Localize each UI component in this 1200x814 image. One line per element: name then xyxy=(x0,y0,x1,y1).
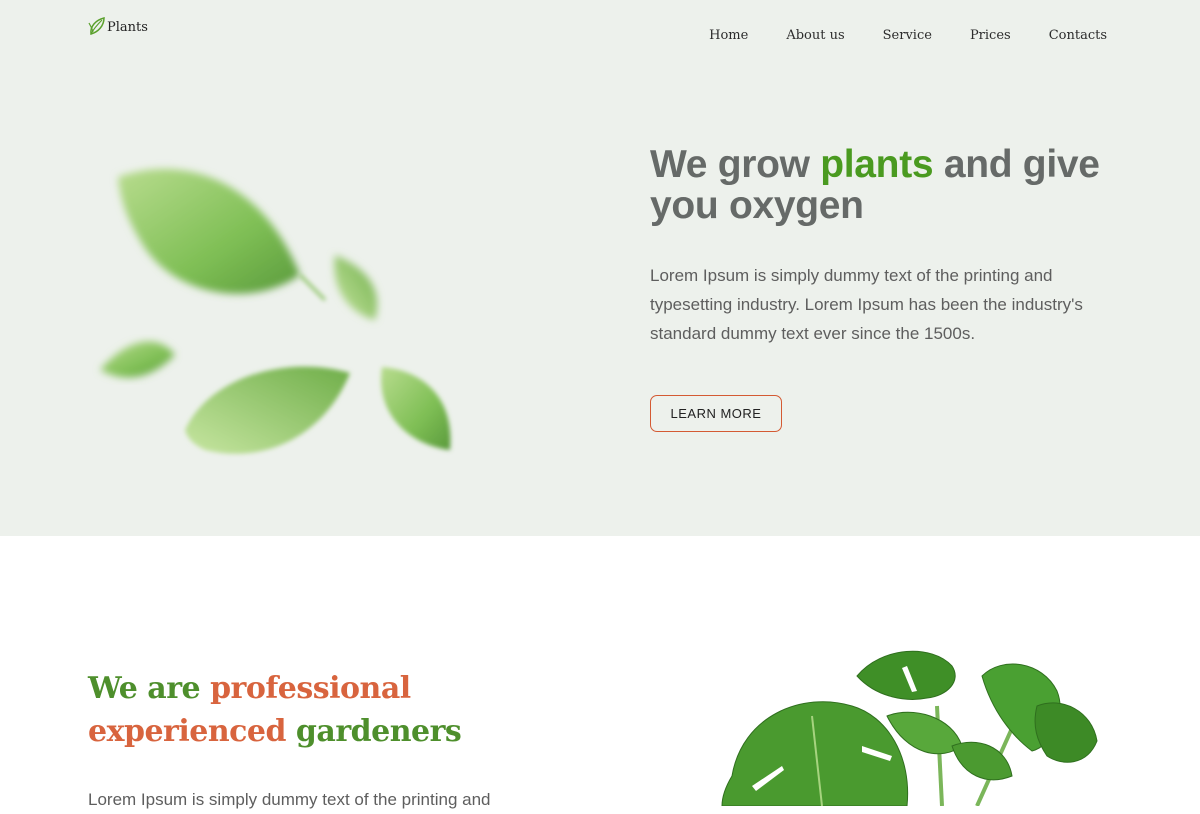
nav-home[interactable]: Home xyxy=(709,28,748,43)
hero-title: We grow plants and give you oxygen xyxy=(650,144,1120,226)
about-title-word1: We are xyxy=(88,671,211,706)
nav-prices[interactable]: Prices xyxy=(970,28,1011,43)
learn-more-button[interactable]: LEARN MORE xyxy=(650,395,782,432)
hero-title-part1: We grow xyxy=(650,143,821,186)
hero-section: Plants Home About us Service Prices Cont… xyxy=(0,0,1200,536)
about-title-word4: gardeners xyxy=(285,714,462,749)
nav-service[interactable]: Service xyxy=(883,28,932,43)
monstera-plant-image xyxy=(712,636,1112,808)
logo-text: Plants xyxy=(107,20,148,35)
hero-description: Lorem Ipsum is simply dummy text of the … xyxy=(650,266,1083,343)
about-title-word2: professional xyxy=(210,671,411,706)
nav-about-us[interactable]: About us xyxy=(786,28,844,43)
about-title-word3: experienced xyxy=(88,714,286,749)
leaf-icon xyxy=(88,17,105,35)
main-nav: Home About us Service Prices Contacts xyxy=(671,28,1107,43)
about-title: We are professional experienced gardeners xyxy=(88,667,508,753)
hero-content: We grow plants and give you oxygen Lorem… xyxy=(650,144,1120,432)
logo[interactable]: Plants xyxy=(88,16,148,36)
about-description: Lorem Ipsum is simply dummy text of the … xyxy=(88,790,491,809)
about-section: We are professional experienced gardeners… xyxy=(0,536,1200,809)
nav-contacts[interactable]: Contacts xyxy=(1049,28,1107,43)
falling-leaves-image xyxy=(90,145,480,475)
hero-title-accent: plants xyxy=(820,143,934,186)
